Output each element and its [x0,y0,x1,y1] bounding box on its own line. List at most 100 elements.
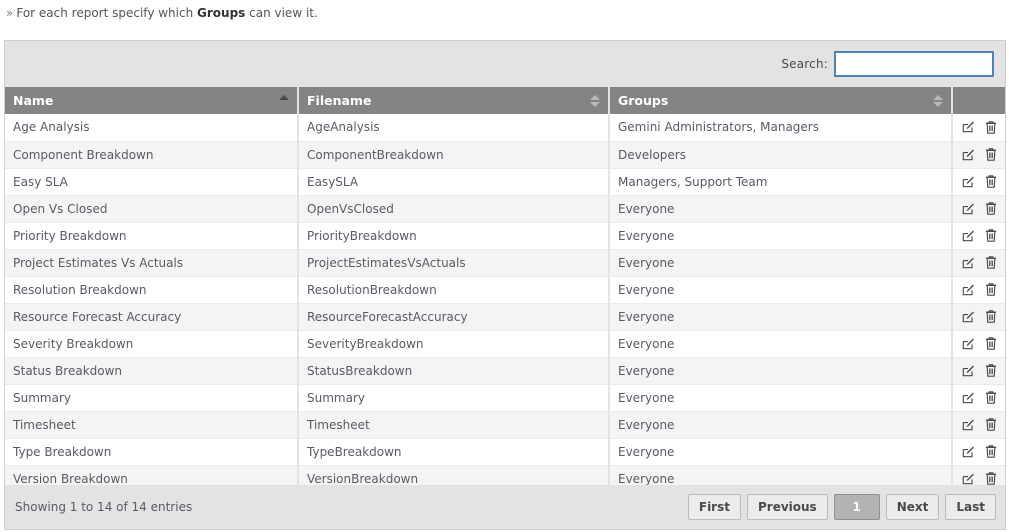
table-row: Status Breakdown StatusBreakdown Everyone [5,357,1005,385]
table-footer: Showing 1 to 14 of 14 entries First Previ… [5,485,1005,529]
trash-icon[interactable] [984,174,998,189]
cell-actions [952,222,1005,250]
table-row: Age Analysis AgeAnalysis Gemini Administra… [5,114,1005,142]
cell-filename: ComponentBreakdown [298,141,610,169]
cell-name: Priority Breakdown [5,222,299,250]
cell-actions [952,330,1005,358]
cell-groups: Gemini Administrators, Managers [609,114,953,142]
table-header-row: Name Filename Groups [5,87,1005,114]
trash-icon[interactable] [984,120,998,135]
table-row: Priority Breakdown PriorityBreakdown Every… [5,222,1005,250]
cell-name: Resource Forecast Accuracy [5,303,299,331]
cell-name: Component Breakdown [5,141,299,169]
edit-icon[interactable] [961,364,975,378]
intro-prefix: For each report specify which [16,6,198,20]
pagination-button-previous[interactable]: Previous [746,494,828,520]
cell-groups: Everyone [609,438,953,466]
cell-name: Severity Breakdown [5,330,299,358]
cell-groups: Everyone [609,411,953,439]
table-body: Age Analysis AgeAnalysis Gemini Administra… [5,114,1005,493]
edit-icon[interactable] [961,283,975,297]
trash-icon[interactable] [984,363,998,378]
cell-name: Status Breakdown [5,357,299,385]
edit-icon[interactable] [961,202,975,216]
cell-filename: StatusBreakdown [298,357,610,385]
pagination-button-first[interactable]: First [687,494,741,520]
edit-icon[interactable] [961,120,975,134]
cell-actions [952,249,1005,277]
cell-filename: AgeAnalysis [298,114,610,142]
cell-groups: Everyone [609,303,953,331]
intro-emphasis: Groups [197,6,246,20]
table-head: Name Filename Groups [5,87,1005,114]
cell-actions [952,141,1005,169]
cell-filename: EasySLA [298,168,610,196]
cell-name: Project Estimates Vs Actuals [5,249,299,277]
edit-icon[interactable] [961,148,975,162]
column-header-filename[interactable]: Filename [298,87,610,114]
sort-ascending-icon [279,94,289,108]
cell-filename: Timesheet [298,411,610,439]
cell-groups: Everyone [609,357,953,385]
column-header-groups[interactable]: Groups [609,87,953,114]
edit-icon[interactable] [961,418,975,432]
cell-filename: ResolutionBreakdown [298,276,610,304]
reports-panel: Search: Name Filename Groups Age Analysi… [4,40,1006,530]
cell-actions [952,114,1005,142]
chevron-double-right-icon: » [6,6,14,20]
edit-icon[interactable] [961,445,975,459]
column-header-actions [952,87,1005,114]
cell-actions [952,276,1005,304]
trash-icon[interactable] [984,147,998,162]
pagination: First Previous 1 Next Last [687,494,996,520]
cell-actions [952,384,1005,412]
cell-filename: ResourceForecastAccuracy [298,303,610,331]
trash-icon[interactable] [984,255,998,270]
sort-both-icon [590,94,600,108]
table-row: Timesheet Timesheet Everyone [5,411,1005,439]
table-row: Easy SLA EasySLA Managers, Support Team [5,168,1005,196]
trash-icon[interactable] [984,201,998,216]
trash-icon[interactable] [984,444,998,459]
table-row: Project Estimates Vs Actuals ProjectEstim… [5,249,1005,277]
table-row: Severity Breakdown SeverityBreakdown Every… [5,330,1005,358]
column-header-name-label: Name [13,93,54,108]
cell-groups: Managers, Support Team [609,168,953,196]
trash-icon[interactable] [984,390,998,405]
edit-icon[interactable] [961,337,975,351]
edit-icon[interactable] [961,310,975,324]
intro-text: » For each report specify which Groups ca… [0,0,1009,21]
trash-icon[interactable] [984,309,998,324]
cell-actions [952,303,1005,331]
column-header-name[interactable]: Name [5,87,299,114]
cell-actions [952,195,1005,223]
cell-name: Easy SLA [5,168,299,196]
column-header-filename-label: Filename [307,93,372,108]
entries-info: Showing 1 to 14 of 14 entries [15,500,193,514]
trash-icon[interactable] [984,336,998,351]
cell-name: Type Breakdown [5,438,299,466]
cell-filename: OpenVsClosed [298,195,610,223]
trash-icon[interactable] [984,228,998,243]
pagination-button-1[interactable]: 1 [833,494,880,520]
trash-icon[interactable] [984,471,998,486]
edit-icon[interactable] [961,391,975,405]
trash-icon[interactable] [984,282,998,297]
edit-icon[interactable] [961,472,975,486]
cell-filename: PriorityBreakdown [298,222,610,250]
edit-icon[interactable] [961,256,975,270]
cell-actions [952,168,1005,196]
reports-table: Name Filename Groups Age Analysis AgeAnal… [5,87,1005,493]
search-input[interactable] [834,51,994,77]
cell-groups: Everyone [609,249,953,277]
table-row: Resolution Breakdown ResolutionBreakdown E… [5,276,1005,304]
pagination-button-next[interactable]: Next [885,494,940,520]
table-row: Open Vs Closed OpenVsClosed Everyone [5,195,1005,223]
trash-icon[interactable] [984,417,998,432]
pagination-button-last[interactable]: Last [945,494,996,520]
edit-icon[interactable] [961,175,975,189]
column-header-groups-label: Groups [618,93,669,108]
edit-icon[interactable] [961,229,975,243]
cell-groups: Everyone [609,330,953,358]
cell-filename: TypeBreakdown [298,438,610,466]
